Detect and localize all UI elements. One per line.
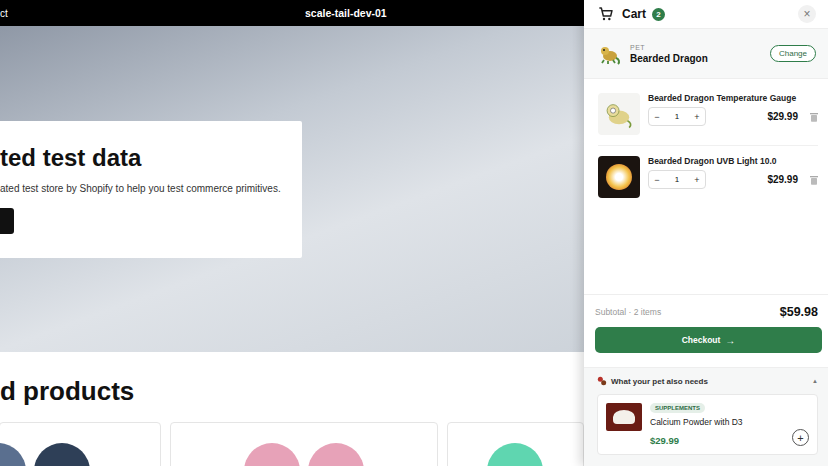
cart-header: Cart 2 × — [584, 0, 828, 29]
featured-products: d products — [0, 352, 584, 466]
bulb-shape — [606, 164, 632, 190]
item-price: $29.99 — [767, 174, 798, 185]
pet-info: PET Bearded Dragon — [630, 44, 708, 64]
item-name: Bearded Dragon Temperature Gauge — [648, 93, 818, 103]
cart-footer: Subtotal · 2 items $59.98 Checkout → What yo… — [584, 294, 828, 466]
increase-button[interactable]: + — [689, 175, 705, 185]
powder-shape — [613, 410, 635, 424]
gauge-image-icon — [602, 97, 636, 131]
recommendation-card[interactable]: SUPPLEMENTS Calcium Powder with D3 $29.99 + — [597, 394, 818, 455]
item-info: Bearded Dragon UVB Light 10.0 −1+ $29.99 — [648, 156, 818, 198]
quantity-value[interactable]: 1 — [665, 175, 689, 184]
category-tag: SUPPLEMENTS — [650, 403, 705, 413]
decrease-button[interactable]: − — [649, 175, 665, 185]
checkout-label: Checkout — [682, 335, 721, 345]
hero-button[interactable] — [0, 208, 14, 234]
product-image — [0, 443, 26, 466]
quantity-stepper: −1+ — [648, 170, 706, 189]
cart-item: Bearded Dragon Temperature Gauge −1+ $29.9… — [598, 79, 818, 146]
store-page: ct scale-tail-dev-01 ted test data ated tes… — [0, 0, 828, 466]
product-image — [244, 443, 300, 466]
product-card[interactable] — [170, 422, 438, 466]
lamp-image — [598, 156, 640, 198]
item-controls: −1+ $29.99 — [648, 107, 818, 126]
product-image — [606, 403, 642, 431]
item-image — [598, 156, 640, 198]
cart-item: Bearded Dragon UVB Light 10.0 −1+ $29.99 — [598, 146, 818, 208]
food-icon — [597, 376, 607, 386]
lizard-icon — [598, 42, 622, 66]
pet-selector: PET Bearded Dragon Change — [584, 29, 828, 79]
subtotal-value: $59.98 — [780, 305, 818, 319]
cart-count-badge: 2 — [652, 8, 665, 21]
item-price: $29.99 — [767, 111, 798, 122]
recommendations-title: What your pet also needs — [611, 377, 708, 386]
collapse-toggle[interactable]: ▲ — [812, 378, 818, 384]
nav-link[interactable]: ct — [0, 8, 40, 19]
cart-title: Cart — [622, 7, 646, 21]
product-grid — [0, 422, 584, 466]
pet-name: Bearded Dragon — [630, 53, 708, 64]
storefront: ct scale-tail-dev-01 ted test data ated tes… — [0, 0, 584, 466]
store-header: ct scale-tail-dev-01 — [0, 0, 584, 26]
product-image — [34, 443, 90, 466]
item-image — [598, 93, 640, 135]
recommendations: What your pet also needs ▲ SUPPLEMENTS Calc… — [584, 367, 828, 466]
cart-drawer: Cart 2 × PET Bearded Dragon Change Bearded Dra… — [584, 0, 828, 466]
cart-items: Bearded Dragon Temperature Gauge−1+$29.9… — [584, 79, 828, 294]
checkout-button[interactable]: Checkout → — [595, 327, 822, 353]
quantity-stepper: −1+ — [648, 107, 706, 126]
trash-icon[interactable] — [810, 112, 818, 122]
hero-card: ted test data ated test store by Shopify … — [0, 121, 302, 258]
product-image — [308, 443, 364, 466]
add-button[interactable]: + — [792, 429, 809, 446]
subtotal-label: Subtotal · 2 items — [595, 307, 661, 317]
product-card[interactable] — [0, 422, 161, 466]
hero-text: ated test store by Shopify to help you t… — [0, 183, 292, 194]
item-name: Bearded Dragon UVB Light 10.0 — [648, 156, 818, 166]
recommendation-price: $29.99 — [650, 435, 743, 446]
cart-icon — [598, 6, 614, 22]
hero-banner: ted test data ated test store by Shopify … — [0, 26, 584, 352]
subtotal-row: Subtotal · 2 items $59.98 — [584, 295, 828, 319]
product-card[interactable] — [447, 422, 584, 466]
pet-label: PET — [630, 44, 708, 51]
change-button[interactable]: Change — [770, 45, 816, 62]
increase-button[interactable]: + — [689, 112, 705, 122]
trash-icon[interactable] — [810, 175, 818, 185]
decrease-button[interactable]: − — [649, 112, 665, 122]
featured-heading: d products — [0, 376, 584, 406]
recommendations-header[interactable]: What your pet also needs ▲ — [597, 376, 818, 386]
recommendation-info: SUPPLEMENTS Calcium Powder with D3 $29.99 — [650, 403, 743, 446]
item-controls: −1+ $29.99 — [648, 170, 818, 189]
arrow-icon: → — [725, 335, 735, 346]
product-image — [487, 443, 543, 466]
store-title[interactable]: scale-tail-dev-01 — [305, 7, 387, 19]
quantity-value[interactable]: 1 — [665, 112, 689, 121]
close-button[interactable]: × — [798, 5, 816, 23]
item-info: Bearded Dragon Temperature Gauge −1+ $29.9… — [648, 93, 818, 135]
hero-heading: ted test data — [0, 143, 292, 173]
recommendation-name: Calcium Powder with D3 — [650, 417, 743, 427]
